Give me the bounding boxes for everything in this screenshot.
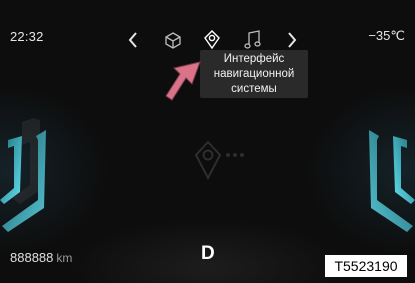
odometer: 888888 km	[10, 250, 72, 265]
figure-code-label: T5523190	[325, 255, 407, 277]
gear-indicator: D	[201, 243, 215, 264]
box-icon[interactable]	[160, 26, 186, 54]
tooltip-line-3: системы	[231, 83, 277, 95]
tooltip-line-2: навигационной	[213, 68, 295, 80]
navigation-interface-tooltip: Интерфейс навигационной системы	[200, 50, 308, 98]
tooltip-line-1: Интерфейс	[223, 53, 285, 65]
navigation-placeholder-icon	[194, 140, 244, 181]
pointer-arrow-icon	[165, 61, 201, 101]
chevron-left-icon[interactable]	[120, 26, 146, 54]
right-bracket-light-icon	[369, 130, 415, 232]
clock-time: 22:32	[10, 29, 44, 44]
odometer-unit: km	[56, 251, 73, 265]
outside-temperature: −35℃	[368, 28, 405, 43]
cluster-screen: 22:32 −35℃ Интерфейс навигационной систе…	[0, 0, 415, 283]
odometer-value: 888888	[10, 250, 54, 265]
left-bracket-light-icon	[0, 118, 46, 232]
